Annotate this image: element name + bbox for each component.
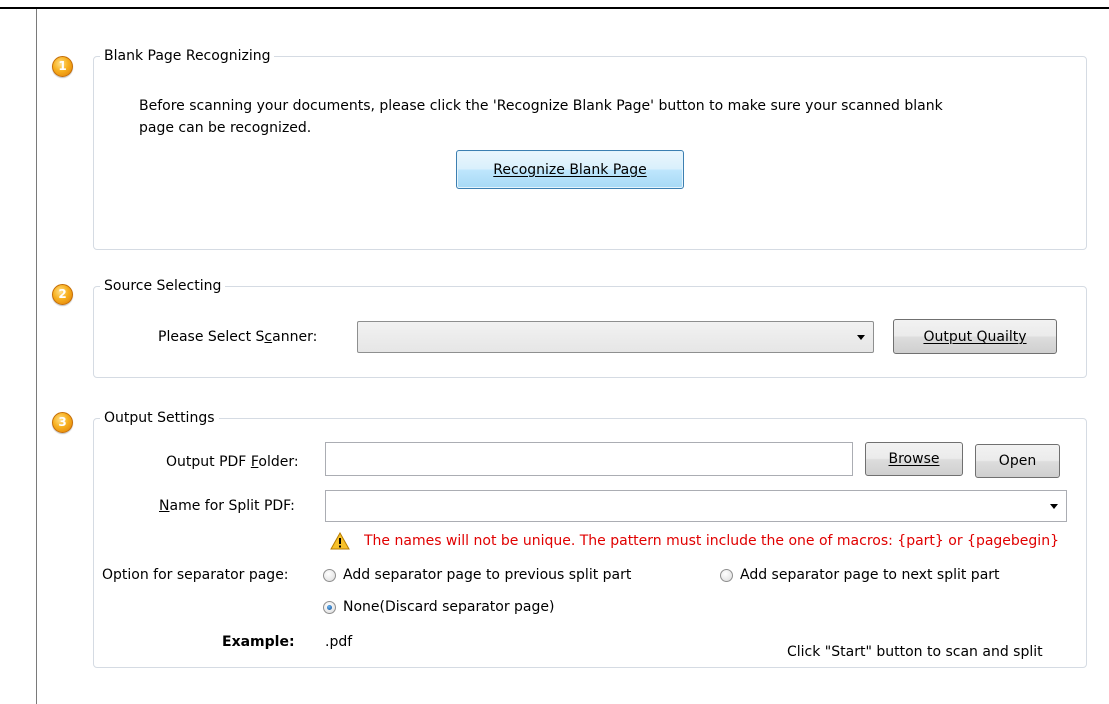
radio-none-discard-label[interactable]: None(Discard separator page) [343, 599, 554, 615]
radio-next-split-part[interactable] [720, 569, 733, 582]
recognize-blank-page-button[interactable]: Recognize Blank Page [456, 150, 684, 189]
step-3-badge-icon: 3 [52, 412, 73, 433]
dropdown-arrow-icon [1050, 504, 1058, 509]
warning-clip: The names will not be unique. The patter… [364, 532, 1086, 554]
radio-next-split-part-label[interactable]: Add separator page to next split part [740, 567, 1000, 583]
scanner-label: Please Select Scanner: [158, 329, 318, 345]
blank-page-description-line2: page can be recognized. [139, 120, 312, 136]
step-1-badge-icon: 1 [52, 56, 73, 77]
scanner-select[interactable] [357, 321, 874, 353]
top-divider [0, 7, 1109, 9]
browse-label: Browse [888, 451, 940, 467]
separator-option-label: Option for separator page: [102, 567, 289, 583]
open-button[interactable]: Open [975, 444, 1060, 478]
warning-icon [330, 532, 350, 550]
split-name-label: Name for Split PDF: [159, 498, 295, 514]
recognize-blank-page-label: Recognize Blank Page [493, 161, 647, 178]
output-quality-label: Output Quailty [923, 328, 1027, 345]
open-label: Open [998, 453, 1037, 469]
step-2-badge-icon: 2 [52, 284, 73, 305]
split-name-combobox[interactable] [325, 490, 1067, 522]
radio-none-discard[interactable] [323, 601, 336, 614]
radio-previous-split-part[interactable] [323, 569, 336, 582]
source-legend: Source Selecting [100, 277, 226, 295]
output-legend: Output Settings [100, 409, 219, 427]
dropdown-arrow-icon [857, 335, 865, 340]
radio-previous-split-part-label[interactable]: Add separator page to previous split par… [343, 567, 631, 583]
example-label: Example: [222, 634, 295, 650]
warning-message: The names will not be unique. The patter… [364, 533, 1059, 549]
blank-page-legend: Blank Page Recognizing [100, 47, 275, 65]
start-hint: Click "Start" button to scan and split [787, 644, 1043, 660]
output-folder-label: Output PDF Folder: [166, 454, 299, 470]
left-divider [36, 9, 37, 704]
example-value: .pdf [325, 634, 353, 650]
blank-page-description-line1: Before scanning your documents, please c… [139, 98, 943, 114]
browse-button[interactable]: Browse [865, 442, 963, 476]
output-folder-input[interactable] [325, 442, 853, 476]
output-quality-button[interactable]: Output Quailty [893, 319, 1057, 354]
